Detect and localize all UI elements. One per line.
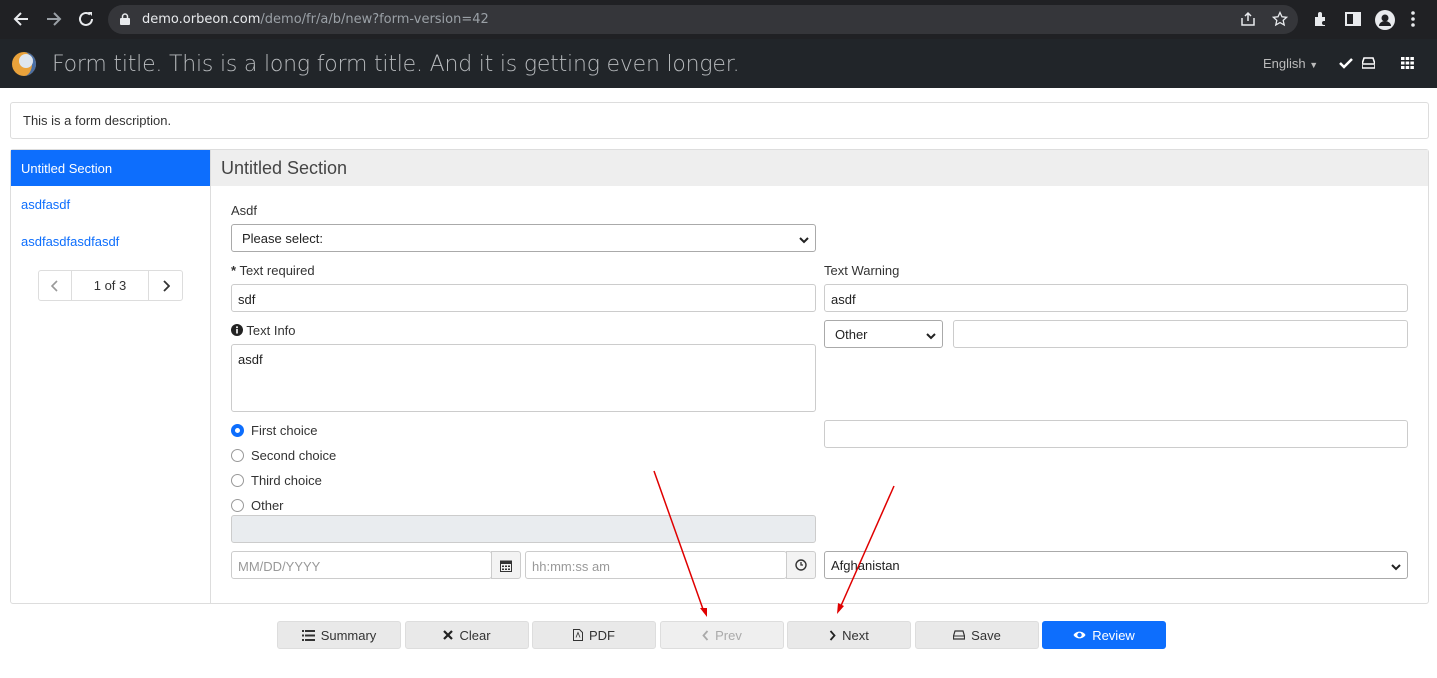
red-arrow-icon xyxy=(837,485,895,614)
annotation-arrows xyxy=(653,470,895,617)
red-arrow-icon xyxy=(653,470,707,617)
